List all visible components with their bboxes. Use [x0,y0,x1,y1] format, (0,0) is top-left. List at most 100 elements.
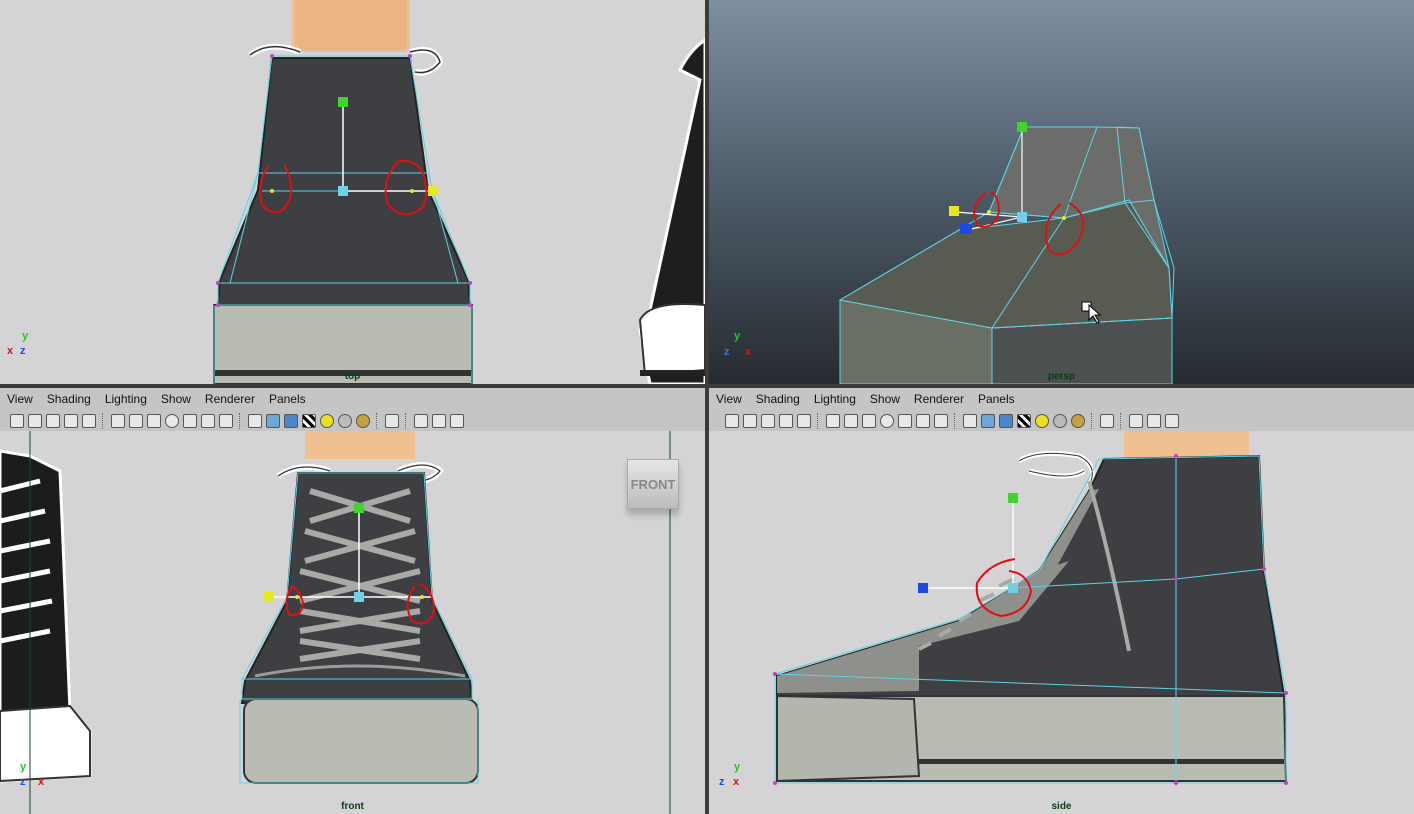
field-chart-icon[interactable] [898,414,912,428]
move-z-handle[interactable] [918,583,928,593]
safe-title-icon[interactable] [219,414,233,428]
move-center-handle[interactable] [354,592,364,602]
move-x-handle[interactable] [264,592,274,602]
menu-view[interactable]: View [0,392,40,406]
persp-viewport[interactable]: y z x persp [709,0,1414,384]
bookmark-icon[interactable] [46,414,60,428]
viewport-label: top [344,371,361,382]
safe-title-icon[interactable] [934,414,948,428]
left-panel-menubar: View Shading Lighting Show Renderer Pane… [0,388,705,410]
wireframe-icon[interactable] [248,414,262,428]
field-chart-icon[interactable] [183,414,197,428]
image-plane-icon[interactable] [779,414,793,428]
viewport-label: persp [1047,371,1076,382]
front-view-canvas[interactable] [0,431,705,814]
menu-show[interactable]: Show [863,392,907,406]
use-all-lights-icon[interactable] [1035,414,1049,428]
menu-lighting[interactable]: Lighting [98,392,154,406]
axis-x-label: x [38,776,45,788]
menu-shading[interactable]: Shading [749,392,807,406]
viewport-label: side [1051,801,1072,812]
grid-icon[interactable] [111,414,125,428]
menu-panels[interactable]: Panels [971,392,1022,406]
screen-space-ao-icon[interactable] [356,414,370,428]
side-view-canvas[interactable] [709,431,1414,814]
move-y-handle[interactable] [1017,122,1027,132]
top-view-canvas[interactable] [0,0,705,384]
xray-joints-icon[interactable] [450,414,464,428]
xray-joints-icon[interactable] [1165,414,1179,428]
menu-renderer[interactable]: Renderer [198,392,262,406]
axis-x-label: x [745,346,752,358]
grid-icon[interactable] [826,414,840,428]
grease-pencil-icon[interactable] [797,414,811,428]
axis-y-label: y [22,330,29,342]
screen-space-ao-icon[interactable] [1071,414,1085,428]
smooth-shade-icon[interactable] [981,414,995,428]
resolution-gate-icon[interactable] [147,414,161,428]
axis-z-label: z [724,346,730,358]
side-viewport[interactable]: y z x side [709,431,1414,814]
move-center-handle[interactable] [1017,212,1027,222]
camera-attributes-icon[interactable] [28,414,42,428]
move-y-handle[interactable] [1008,493,1018,503]
gate-mask-icon[interactable] [880,414,894,428]
film-gate-icon[interactable] [129,414,143,428]
axis-z-label: z [20,345,26,357]
smooth-shade-icon[interactable] [266,414,280,428]
axis-x-label: x [733,776,740,788]
isolate-select-icon[interactable] [1100,414,1114,428]
wireframe-on-shaded-icon[interactable] [999,414,1013,428]
use-all-lights-icon[interactable] [320,414,334,428]
axis-x-label: x [7,345,14,357]
xray-icon[interactable] [1129,414,1143,428]
wireframe-on-shaded-icon[interactable] [284,414,298,428]
panel-divider[interactable] [705,0,709,814]
resolution-gate-icon[interactable] [862,414,876,428]
xray-active-icon[interactable] [1147,414,1161,428]
camera-attributes-icon[interactable] [743,414,757,428]
camera-icon[interactable] [10,414,24,428]
menu-lighting[interactable]: Lighting [807,392,863,406]
menu-renderer[interactable]: Renderer [907,392,971,406]
move-z-handle[interactable] [960,224,972,234]
move-y-handle[interactable] [354,503,364,513]
front-viewport[interactable]: FRONT y z x front [0,431,705,814]
image-plane-icon[interactable] [64,414,78,428]
view-cube[interactable]: FRONT [627,459,679,509]
wireframe-icon[interactable] [963,414,977,428]
shadows-icon[interactable] [1053,414,1067,428]
menu-shading[interactable]: Shading [40,392,98,406]
xray-icon[interactable] [414,414,428,428]
move-center-handle[interactable] [338,186,348,196]
menu-panels[interactable]: Panels [262,392,313,406]
right-panel-menubar: View Shading Lighting Show Renderer Pane… [709,388,1414,410]
move-y-handle[interactable] [338,97,348,107]
axis-z-label: z [20,776,26,788]
shoe-sole [243,698,479,784]
camera-icon[interactable] [725,414,739,428]
safe-action-icon[interactable] [201,414,215,428]
axis-y-label: y [734,330,741,342]
persp-view-canvas[interactable] [709,0,1414,384]
viewport-label: front [341,801,364,812]
isolate-select-icon[interactable] [385,414,399,428]
textured-icon[interactable] [302,414,316,428]
bookmark-icon[interactable] [761,414,775,428]
axis-z-label: z [719,776,725,788]
menu-show[interactable]: Show [154,392,198,406]
textured-icon[interactable] [1017,414,1031,428]
move-center-handle[interactable] [1008,583,1018,593]
axis-y-label: y [734,761,741,773]
move-x-handle[interactable] [949,206,959,216]
film-gate-icon[interactable] [844,414,858,428]
axis-y-label: y [20,761,27,773]
shadows-icon[interactable] [338,414,352,428]
top-viewport[interactable]: y x z top [0,0,705,384]
gate-mask-icon[interactable] [165,414,179,428]
xray-active-icon[interactable] [432,414,446,428]
safe-action-icon[interactable] [916,414,930,428]
grease-pencil-icon[interactable] [82,414,96,428]
menu-view[interactable]: View [709,392,749,406]
move-x-handle[interactable] [428,186,438,196]
